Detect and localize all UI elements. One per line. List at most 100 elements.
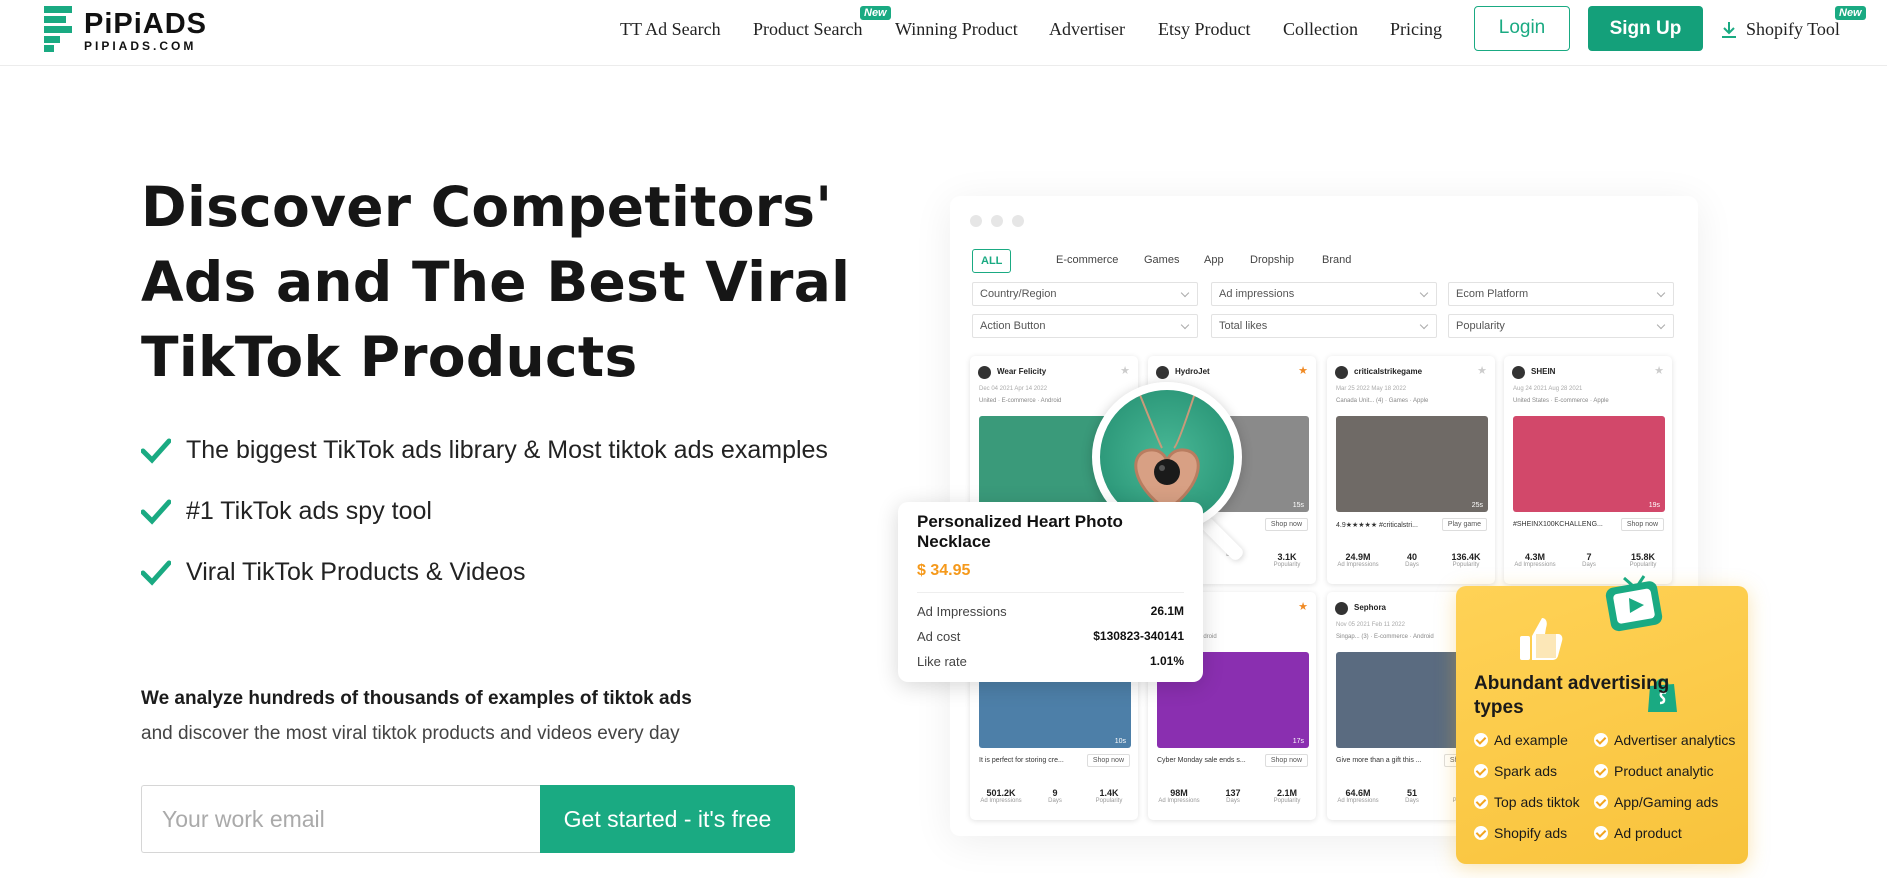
ad-thumbnail[interactable] bbox=[1513, 416, 1665, 512]
stat-value: 24.9M bbox=[1345, 552, 1371, 562]
nav-advertiser[interactable]: Advertiser bbox=[1049, 19, 1125, 40]
favorite-star-icon[interactable]: ★ bbox=[1298, 364, 1308, 377]
ad-card[interactable]: criticalstrikegame ★ Mar 25 2022 May 18 20… bbox=[1327, 356, 1495, 584]
ad-type-item: Spark ads bbox=[1474, 763, 1557, 779]
tab-games[interactable]: Games bbox=[1144, 249, 1179, 271]
video-duration: 15s bbox=[1292, 502, 1304, 509]
stat-label: Ad Impressions bbox=[1514, 562, 1556, 568]
new-badge: New bbox=[860, 6, 891, 20]
ad-stat: 7 Days bbox=[1562, 552, 1616, 568]
ad-action-button[interactable]: Shop now bbox=[1264, 518, 1308, 531]
stat-label: Days bbox=[1405, 798, 1419, 804]
stat-label: Days bbox=[1048, 798, 1062, 804]
filter-total-likes[interactable]: Total likes bbox=[1211, 314, 1437, 338]
advertiser-name: SHEIN bbox=[1531, 367, 1556, 376]
advertiser-name: Wear Felicity bbox=[997, 367, 1047, 376]
stat-value: 1.01% bbox=[1149, 654, 1184, 668]
ad-meta: United · E-commerce · Android bbox=[979, 398, 1062, 404]
check-icon bbox=[141, 560, 171, 586]
nav-product-search[interactable]: Product Search bbox=[753, 19, 862, 40]
ad-stat: 2.1M Popularity bbox=[1260, 788, 1314, 804]
ad-stat: 98M Ad Impressions bbox=[1152, 788, 1206, 804]
ad-type-item: App/Gaming ads bbox=[1594, 794, 1718, 810]
ad-date-range: Mar 25 2022 May 18 2022 bbox=[1336, 386, 1407, 392]
check-icon bbox=[1594, 826, 1608, 840]
filter-country[interactable]: Country/Region bbox=[972, 282, 1198, 306]
stat-value: 51 bbox=[1406, 788, 1417, 798]
signup-button[interactable]: Sign Up bbox=[1588, 6, 1703, 51]
feature-text: #1 TikTok ads spy tool bbox=[186, 497, 432, 525]
product-detail-popup: Personalized Heart Photo Necklace $ 34.9… bbox=[898, 502, 1203, 682]
filter-action-button[interactable]: Action Button bbox=[972, 314, 1198, 338]
nav-tt-ad-search[interactable]: TT Ad Search bbox=[620, 19, 721, 40]
hero-description-bold: We analyze hundreds of thousands of exam… bbox=[141, 688, 692, 709]
stat-value: 98M bbox=[1170, 788, 1188, 798]
ad-caption: It is perfect for storing cre... bbox=[979, 757, 1064, 764]
stat-label: Ad Impressions bbox=[1337, 798, 1379, 804]
check-icon bbox=[1474, 795, 1488, 809]
product-name: Personalized Heart Photo Necklace bbox=[917, 512, 1123, 551]
logo[interactable]: PiPiADS PIPIADS.COM bbox=[44, 6, 224, 54]
stat-value: 501.2K bbox=[986, 788, 1016, 798]
filter-ad-impressions[interactable]: Ad impressions bbox=[1211, 282, 1437, 306]
ad-action-button[interactable]: Shop now bbox=[1620, 518, 1664, 531]
ad-thumbnail[interactable] bbox=[1336, 416, 1488, 512]
ad-action-button[interactable]: Shop now bbox=[1086, 754, 1130, 767]
favorite-star-icon[interactable]: ★ bbox=[1120, 364, 1130, 377]
video-duration: 25s bbox=[1471, 502, 1483, 509]
nav-collection[interactable]: Collection bbox=[1283, 19, 1358, 40]
ad-stat: 501.2K Ad Impressions bbox=[974, 788, 1028, 804]
stat-label: Like rate bbox=[917, 654, 967, 669]
tab-brand[interactable]: Brand bbox=[1322, 249, 1351, 271]
ad-type-item: Advertiser analytics bbox=[1594, 732, 1735, 748]
ad-stat: 40 Days bbox=[1385, 552, 1439, 568]
ad-type-item: Product analytic bbox=[1594, 763, 1714, 779]
advertiser-name: Sephora bbox=[1354, 603, 1387, 612]
stat-label: Ad Impressions bbox=[917, 604, 1007, 619]
ad-card[interactable]: SHEIN ★ Aug 24 2021 Aug 28 2021 United Stat… bbox=[1504, 356, 1672, 584]
ad-stat: 9 Days bbox=[1028, 788, 1082, 804]
email-input[interactable] bbox=[141, 785, 541, 853]
ad-action-button[interactable]: Play game bbox=[1441, 518, 1487, 531]
stat-value: 64.6M bbox=[1345, 788, 1371, 798]
check-icon bbox=[1474, 764, 1488, 778]
favorite-star-icon[interactable]: ★ bbox=[1477, 364, 1487, 377]
stat-value: 7 bbox=[1586, 552, 1592, 562]
tab-dropship[interactable]: Dropship bbox=[1250, 249, 1294, 271]
get-started-button[interactable]: Get started - it's free bbox=[540, 785, 795, 853]
check-icon bbox=[1594, 795, 1608, 809]
filter-popularity[interactable]: Popularity bbox=[1448, 314, 1674, 338]
ad-stat: 51 Days bbox=[1385, 788, 1439, 804]
ad-date-range: Aug 24 2021 Aug 28 2021 bbox=[1513, 386, 1583, 392]
tab-all[interactable]: ALL bbox=[972, 249, 1012, 273]
ad-date-range: Nov 05 2021 Feb 11 2022 bbox=[1336, 622, 1405, 628]
nav-etsy-product[interactable]: Etsy Product bbox=[1158, 19, 1251, 40]
ad-stat: 3.1K Popularity bbox=[1260, 552, 1314, 568]
ad-meta: United States · E-commerce · Apple bbox=[1513, 398, 1609, 404]
ad-type-item: Ad example bbox=[1474, 732, 1568, 748]
divider bbox=[917, 592, 1184, 593]
tab-ecommerce[interactable]: E-commerce bbox=[1056, 249, 1118, 271]
stat-label: Popularity bbox=[1452, 562, 1480, 568]
favorite-star-icon[interactable]: ★ bbox=[1654, 364, 1664, 377]
advertiser-avatar bbox=[978, 366, 991, 379]
ad-stat: 4.3M Ad Impressions bbox=[1508, 552, 1562, 568]
ad-date-range: Dec 04 2021 Apr 14 2022 bbox=[979, 386, 1048, 392]
stat-label: Popularity bbox=[1273, 798, 1301, 804]
logo-domain: PIPIADS.COM bbox=[84, 39, 197, 53]
nav-pricing[interactable]: Pricing bbox=[1390, 19, 1442, 40]
favorite-star-icon[interactable]: ★ bbox=[1298, 600, 1308, 613]
thumbs-up-icon bbox=[1520, 618, 1563, 660]
stat-label: Days bbox=[1405, 562, 1419, 568]
hero-title: Discover Competitors' Ads and The Best V… bbox=[141, 175, 851, 389]
login-button[interactable]: Login bbox=[1474, 6, 1570, 51]
check-icon bbox=[1594, 764, 1608, 778]
stat-label: Days bbox=[1582, 562, 1596, 568]
tab-app[interactable]: App bbox=[1204, 249, 1224, 271]
advertiser-name: HydroJet bbox=[1175, 367, 1210, 376]
stat-label: Ad Impressions bbox=[980, 798, 1022, 804]
nav-winning-product[interactable]: Winning Product bbox=[895, 19, 1018, 40]
stat-value: 15.8K bbox=[1630, 552, 1656, 562]
ad-action-button[interactable]: Shop now bbox=[1264, 754, 1308, 767]
filter-ecom-platform[interactable]: Ecom Platform bbox=[1448, 282, 1674, 306]
